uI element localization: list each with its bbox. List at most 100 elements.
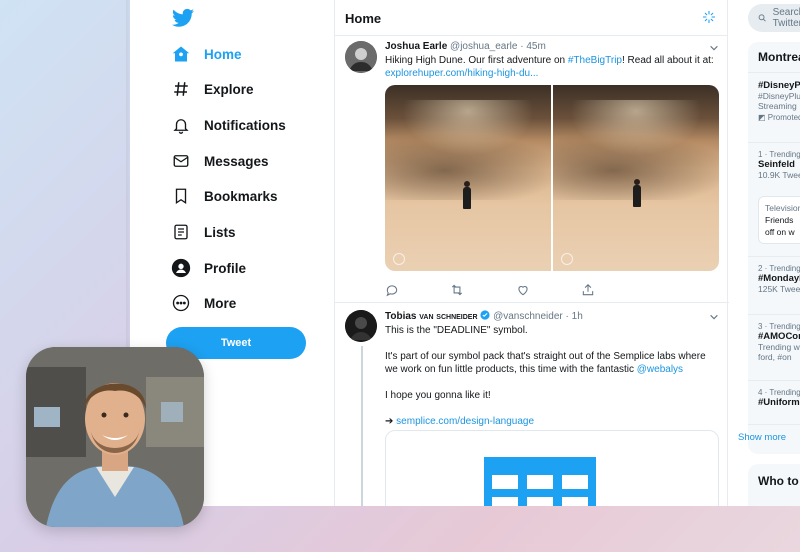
- trend-description: Streaming: [758, 101, 797, 111]
- trend-meta: 3 · Trending: [758, 322, 800, 331]
- chevron-down-icon[interactable]: [709, 312, 719, 322]
- like-icon[interactable]: [516, 283, 530, 297]
- tweet-paragraph: It's part of our symbol pack that's stra…: [385, 350, 719, 376]
- thread-line: [361, 346, 363, 506]
- gif-badge-icon: [561, 253, 573, 265]
- hashtag-link[interactable]: #TheBigTrip: [568, 55, 622, 66]
- promoted-label: Promoted: [767, 113, 800, 122]
- sidebar-item-label: Lists: [204, 224, 236, 240]
- sidebar-item-bookmarks[interactable]: Bookmarks: [170, 180, 320, 212]
- trend-name: #Uniform11: [758, 397, 800, 408]
- smiling-man-illustration: [26, 347, 204, 527]
- tweet-header: Joshua Earle @joshua_earle · 45m: [385, 41, 719, 52]
- deadline-symbol-icon: [484, 457, 596, 506]
- avatar[interactable]: [345, 41, 377, 73]
- sidebar-item-home[interactable]: Home: [170, 38, 320, 70]
- sidebar-item-notifications[interactable]: Notifications: [170, 109, 320, 141]
- tweet-time[interactable]: 45m: [526, 41, 545, 52]
- twitter-logo-icon[interactable]: [172, 8, 194, 28]
- trend-item[interactable]: 2 · Trending #MondayMotivation 125K Twee…: [758, 264, 800, 294]
- author-handle[interactable]: @vanschneider: [493, 311, 563, 322]
- twitter-window: Home Explore Notifications Messages Book…: [130, 0, 800, 506]
- hiker-figure: [633, 179, 641, 207]
- trend-item[interactable]: 3 · Trending #AMOConf Trending with ford…: [758, 322, 800, 362]
- trend-meta: 2 · Trending: [758, 264, 800, 273]
- tweet-header: Tobias van Schneider @vanschneider · 1h: [385, 310, 719, 322]
- sidebar-item-label: More: [204, 295, 237, 311]
- trend-news-card[interactable]: Television Friends off on w: [758, 196, 800, 244]
- divider: [748, 72, 800, 73]
- hiker-figure: [463, 181, 471, 209]
- dune-photo: [385, 85, 551, 271]
- divider: [748, 256, 800, 257]
- show-more-link[interactable]: Show more: [738, 432, 786, 443]
- tweet-line: This is the "DEADLINE" symbol.: [385, 325, 528, 336]
- hashtag-icon: [170, 78, 192, 100]
- presenter-photo: [26, 347, 204, 527]
- sparkle-icon[interactable]: [701, 9, 717, 25]
- tweet-text-part: ! Read all about it at:: [621, 55, 714, 66]
- page-title: Home: [345, 11, 382, 26]
- timeline-header: Home: [335, 0, 727, 36]
- trend-name: #MondayMotivation: [758, 273, 800, 284]
- trend-meta: 4 · Trending: [758, 388, 800, 397]
- sidebar-item-lists[interactable]: Lists: [170, 216, 320, 248]
- tweet[interactable]: Joshua Earle @joshua_earle · 45m Hiking …: [335, 37, 729, 303]
- divider: [748, 314, 800, 315]
- home-icon: [170, 43, 192, 65]
- sidebar-item-label: Home: [204, 46, 242, 62]
- envelope-icon: [170, 150, 192, 172]
- who-to-follow-panel: Who to follow: [748, 464, 800, 506]
- author-name[interactable]: Joshua Earle: [385, 41, 447, 52]
- trend-item[interactable]: 1 · Trending Seinfeld 10.9K Tweets: [758, 150, 800, 180]
- mention-link[interactable]: @webalys: [637, 364, 683, 375]
- author-handle[interactable]: @joshua_earle: [450, 41, 517, 52]
- timeline: Home Joshua Earle @joshua_earle · 45m Hi…: [334, 0, 729, 506]
- tweet-link-line: ➔ semplice.com/design-language: [385, 415, 719, 428]
- gif-badge-icon: [393, 253, 405, 265]
- divider: [748, 142, 800, 143]
- link-preview-card[interactable]: [385, 430, 719, 506]
- card-title: Friends: [765, 215, 794, 225]
- tweet-body: Tobias van Schneider @vanschneider · 1h …: [385, 310, 719, 428]
- author-name-smallcaps[interactable]: van Schneider: [419, 311, 477, 322]
- tweet-time[interactable]: 1h: [572, 311, 583, 322]
- trend-item[interactable]: #DisneyPlus #DisneyPlus is now Streaming…: [758, 80, 800, 122]
- sidebar-item-messages[interactable]: Messages: [170, 145, 320, 177]
- article-link[interactable]: semplice.com/design-language: [396, 416, 534, 427]
- trend-name: #AMOConf: [758, 331, 800, 342]
- trend-meta: 1 · Trending: [758, 150, 800, 159]
- sidebar-item-explore[interactable]: Explore: [170, 73, 320, 105]
- tweet-body: Joshua Earle @joshua_earle · 45m Hiking …: [385, 41, 719, 80]
- sidebar-item-profile[interactable]: Profile: [170, 252, 320, 284]
- list-icon: [170, 221, 192, 243]
- trend-count: 10.9K Tweets: [758, 170, 800, 180]
- search-placeholder: Search Twitter: [772, 7, 800, 29]
- trend-description: ford, #on: [758, 352, 792, 362]
- author-name[interactable]: Tobias: [385, 311, 416, 322]
- trend-name: Seinfeld: [758, 159, 795, 170]
- sidebar-item-more[interactable]: More: [170, 287, 320, 319]
- tweet-line: I hope you gonna like it!: [385, 390, 491, 401]
- arrow-icon: ➔: [385, 416, 394, 427]
- reply-icon[interactable]: [385, 283, 399, 297]
- media-photo-right[interactable]: [553, 85, 719, 271]
- chevron-down-icon[interactable]: [709, 43, 719, 53]
- promoted-icon: ◩: [758, 113, 766, 122]
- avatar[interactable]: [345, 310, 377, 342]
- tweet-text-part: Hiking High Dune. Our first adventure on: [385, 55, 568, 66]
- tweet-link-line: explorehuper.com/hiking-high-du...: [385, 67, 719, 80]
- tweet-media[interactable]: [385, 85, 719, 271]
- article-link[interactable]: explorehuper.com/hiking-high-du...: [385, 68, 538, 79]
- retweet-icon[interactable]: [450, 283, 464, 297]
- tweet[interactable]: Tobias van Schneider @vanschneider · 1h …: [335, 304, 729, 506]
- trend-item[interactable]: 4 · Trending #Uniform11: [758, 388, 800, 408]
- search-input[interactable]: Search Twitter: [748, 4, 800, 32]
- right-column: Search Twitter Montreal trends #DisneyPl…: [728, 0, 800, 506]
- media-photo-left[interactable]: [385, 85, 551, 271]
- profile-icon: [170, 257, 192, 279]
- sidebar-item-label: Profile: [204, 260, 247, 276]
- share-icon[interactable]: [581, 283, 595, 297]
- divider: [748, 380, 800, 381]
- trend-name: #DisneyPlus: [758, 80, 800, 91]
